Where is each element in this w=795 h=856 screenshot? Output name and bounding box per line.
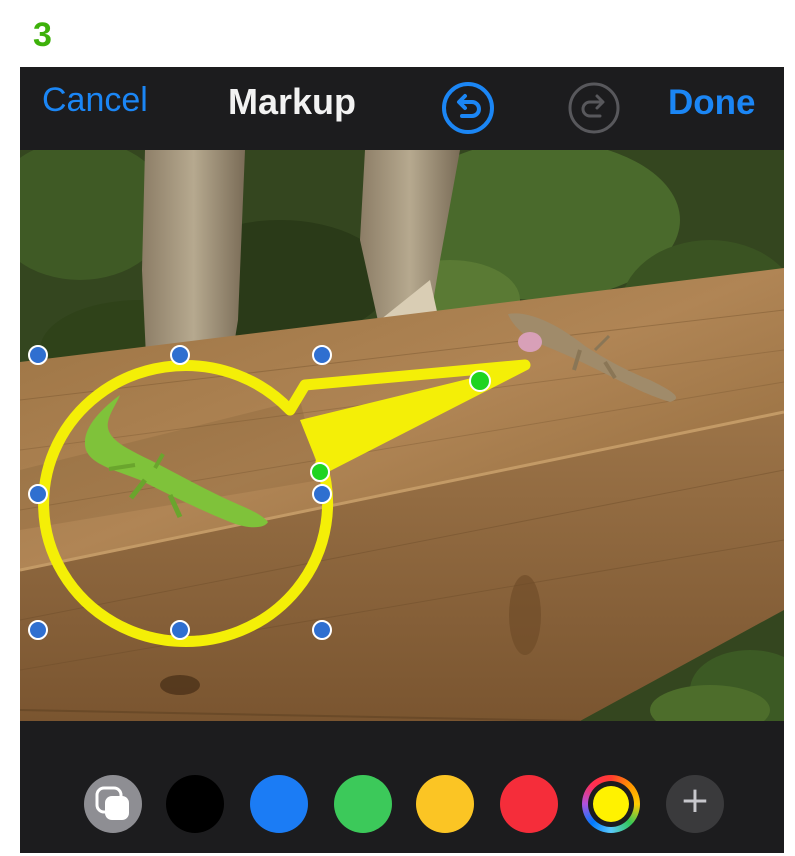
photo-canvas[interactable] [20,150,784,721]
selected-color-dot [593,786,629,822]
handle-top-left[interactable] [28,345,48,365]
plus-icon: + [679,780,711,821]
yellow-swatch[interactable] [416,775,474,833]
shape-style-swatch[interactable] [84,775,142,833]
redo-arrow-icon[interactable] [566,80,622,136]
green-swatch[interactable] [334,775,392,833]
handle-middle-left[interactable] [28,484,48,504]
tail-handle-tip[interactable] [469,370,491,392]
add-button[interactable]: + [666,775,724,833]
color-picker-swatch[interactable] [582,775,640,833]
handle-bottom-left[interactable] [28,620,48,640]
tail-handle-base[interactable] [310,462,330,482]
handle-bottom-center[interactable] [170,620,190,640]
handle-bottom-right[interactable] [312,620,332,640]
blue-swatch[interactable] [250,775,308,833]
handle-top-right[interactable] [312,345,332,365]
black-swatch[interactable] [166,775,224,833]
cancel-button[interactable]: Cancel [42,81,148,120]
done-button[interactable]: Done [668,83,756,123]
markup-toolbar: + [20,721,784,853]
handle-top-center[interactable] [170,345,190,365]
red-swatch[interactable] [500,775,558,833]
page-title: Markup [228,81,357,122]
shape-style-icon [95,786,129,820]
handle-middle-right[interactable] [312,484,332,504]
markup-screen: Cancel Markup Done + [20,67,784,853]
undo-arrow-icon[interactable] [440,80,496,136]
step-number: 3 [33,16,52,54]
navigation-bar: Cancel Markup Done [20,67,784,147]
